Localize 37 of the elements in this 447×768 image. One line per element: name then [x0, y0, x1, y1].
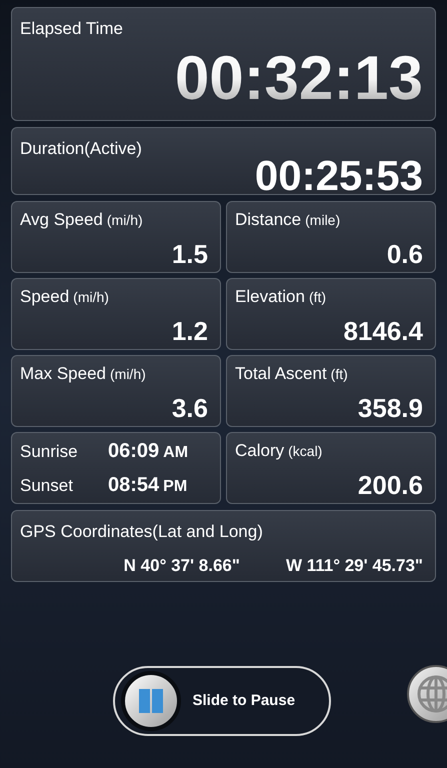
stat-unit: (kcal): [288, 442, 322, 461]
stat-value: 3.6: [172, 394, 209, 422]
duration-value: 00:25:53: [254, 154, 424, 198]
sun-period: AM: [163, 443, 188, 463]
longitude-value: W 111° 29' 45.73": [286, 554, 423, 576]
pause-icon: [136, 687, 164, 715]
duration-label: Duration(Active): [20, 138, 143, 160]
pause-handle[interactable]: [120, 671, 180, 731]
slide-to-pause-slider[interactable]: Slide to Pause: [112, 666, 330, 736]
stat-value: 1.2: [172, 317, 209, 345]
sun-time: 06:09: [108, 439, 160, 464]
stat-label: Distance: [235, 210, 302, 230]
stat-value: 0.6: [386, 240, 424, 268]
latitude-value: N 40° 37' 8.66": [124, 554, 240, 576]
stat-unit: (mile): [305, 211, 340, 230]
sun-time: 08:54: [108, 473, 160, 498]
elapsed-label: Elapsed Time: [20, 18, 124, 40]
stat-label: Calory: [235, 441, 284, 461]
globe-icon: [416, 674, 447, 714]
stat-label: Speed: [20, 287, 70, 307]
sun-period: PM: [163, 477, 188, 497]
stat-value: 8146.4: [343, 317, 424, 345]
stat-value: 1.5: [172, 240, 209, 268]
stat-unit: (mi/h): [110, 365, 146, 384]
stat-label: Avg Speed: [20, 210, 103, 230]
stat-label: Total Ascent: [235, 364, 327, 384]
sun-label: Sunset: [20, 475, 74, 497]
stat-unit: (ft): [330, 365, 348, 384]
stat-value: 358.9: [358, 394, 424, 422]
sun-label: Sunrise: [20, 441, 79, 463]
stat-unit: (mi/h): [73, 288, 109, 307]
stat-label: Max Speed: [20, 364, 106, 384]
stat-unit: (mi/h): [106, 211, 143, 230]
stat-label: Elevation: [235, 287, 305, 307]
stat-value: 200.6: [358, 471, 424, 499]
gps-label: GPS Coordinates(Lat and Long): [20, 521, 264, 543]
stat-unit: (ft): [308, 288, 326, 307]
